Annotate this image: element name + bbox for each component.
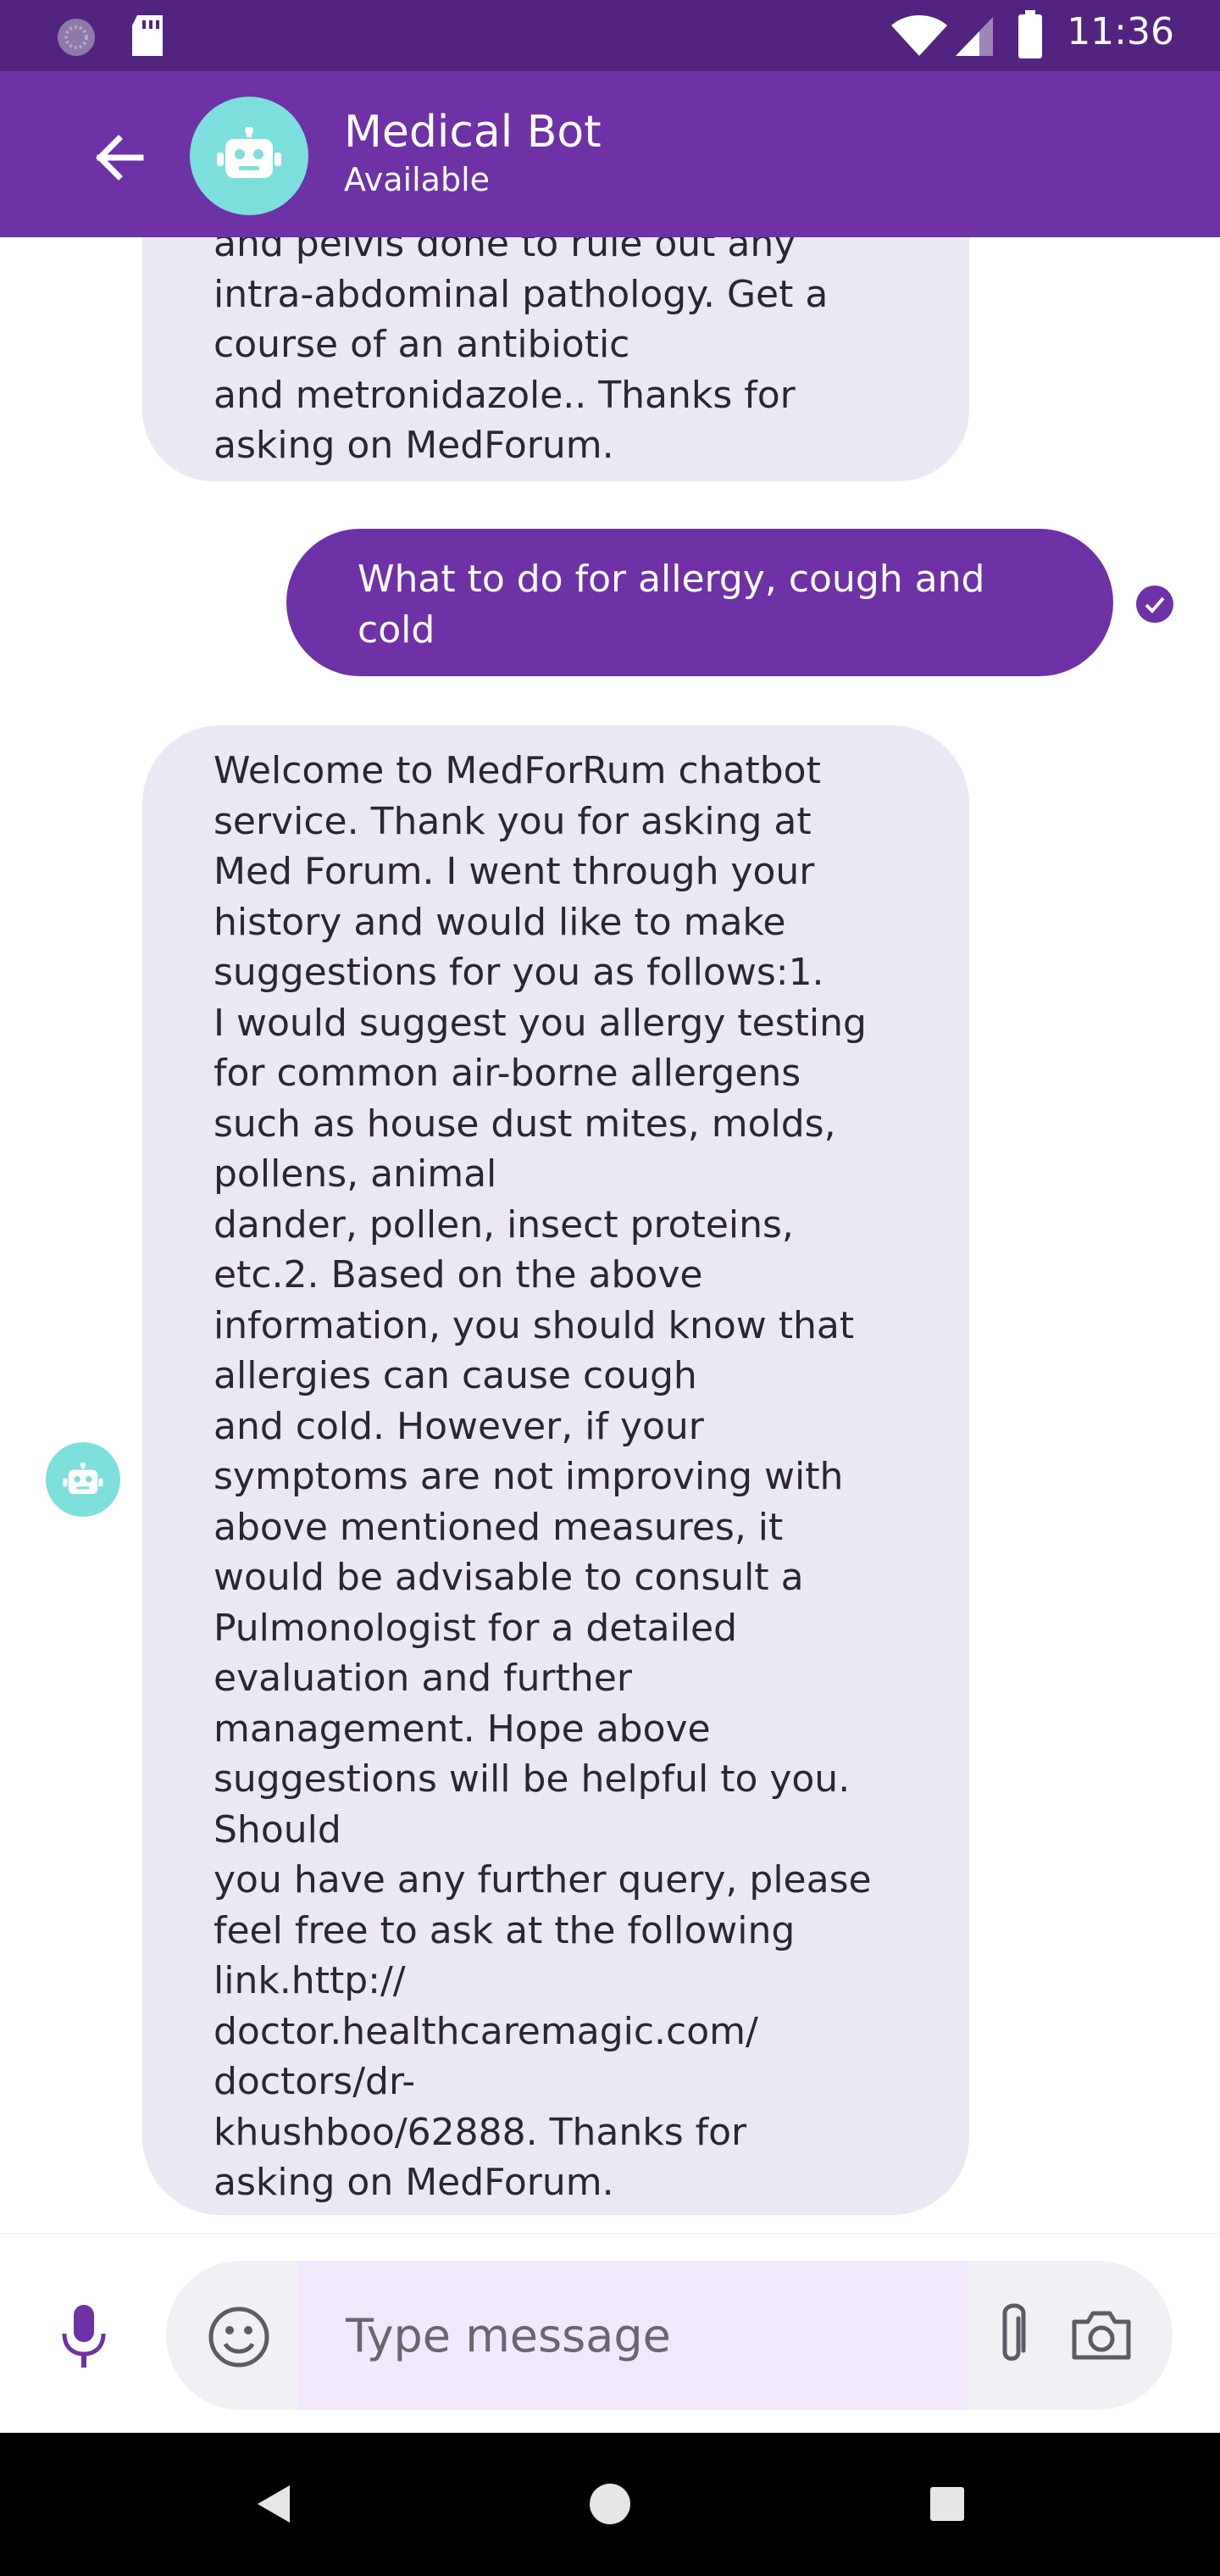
message-text: Welcome to MedForRum chatbot service. Th… — [214, 749, 872, 2204]
chat-messages[interactable]: and pelvis done to rule out any intra-ab… — [0, 237, 1220, 2233]
clock: 11:36 — [1067, 10, 1174, 53]
app-bar: Medical Bot Available — [0, 71, 1220, 237]
avatar — [46, 1442, 120, 1517]
avatar[interactable] — [190, 97, 308, 215]
message-text: What to do for allergy, cough and cold — [358, 558, 985, 652]
robot-icon — [217, 127, 281, 178]
message-input[interactable] — [298, 2261, 968, 2410]
nav-back-icon[interactable] — [242, 2473, 303, 2534]
emoji-icon[interactable] — [207, 2305, 271, 2369]
status-bar: 11:36 — [0, 0, 1220, 71]
signal-icon — [956, 17, 993, 56]
paperclip-icon[interactable] — [984, 2300, 1039, 2371]
bot-message: Welcome to MedForRum chatbot service. Th… — [142, 725, 969, 2215]
message-composer — [0, 2233, 1220, 2434]
camera-icon[interactable] — [1068, 2301, 1135, 2369]
battery-icon — [1018, 10, 1042, 58]
check-circle-icon — [1136, 586, 1173, 623]
user-message: What to do for allergy, cough and cold — [286, 529, 1113, 676]
mic-icon[interactable] — [54, 2303, 114, 2371]
system-nav-bar — [0, 2433, 1220, 2576]
input-container — [166, 2261, 1173, 2410]
status-text: Available — [344, 161, 491, 198]
nav-home-icon[interactable] — [580, 2473, 640, 2534]
nav-recents-icon[interactable] — [917, 2473, 978, 2534]
page-title: Medical Bot — [344, 107, 602, 158]
notification-icon — [58, 19, 95, 56]
robot-icon — [63, 1463, 103, 1495]
sd-card-icon — [132, 15, 163, 56]
arrow-left-icon[interactable] — [88, 127, 149, 188]
bot-message: and pelvis done to rule out any intra-ab… — [142, 237, 969, 481]
message-text: and pelvis done to rule out any intra-ab… — [214, 237, 829, 467]
wifi-icon — [891, 15, 947, 56]
